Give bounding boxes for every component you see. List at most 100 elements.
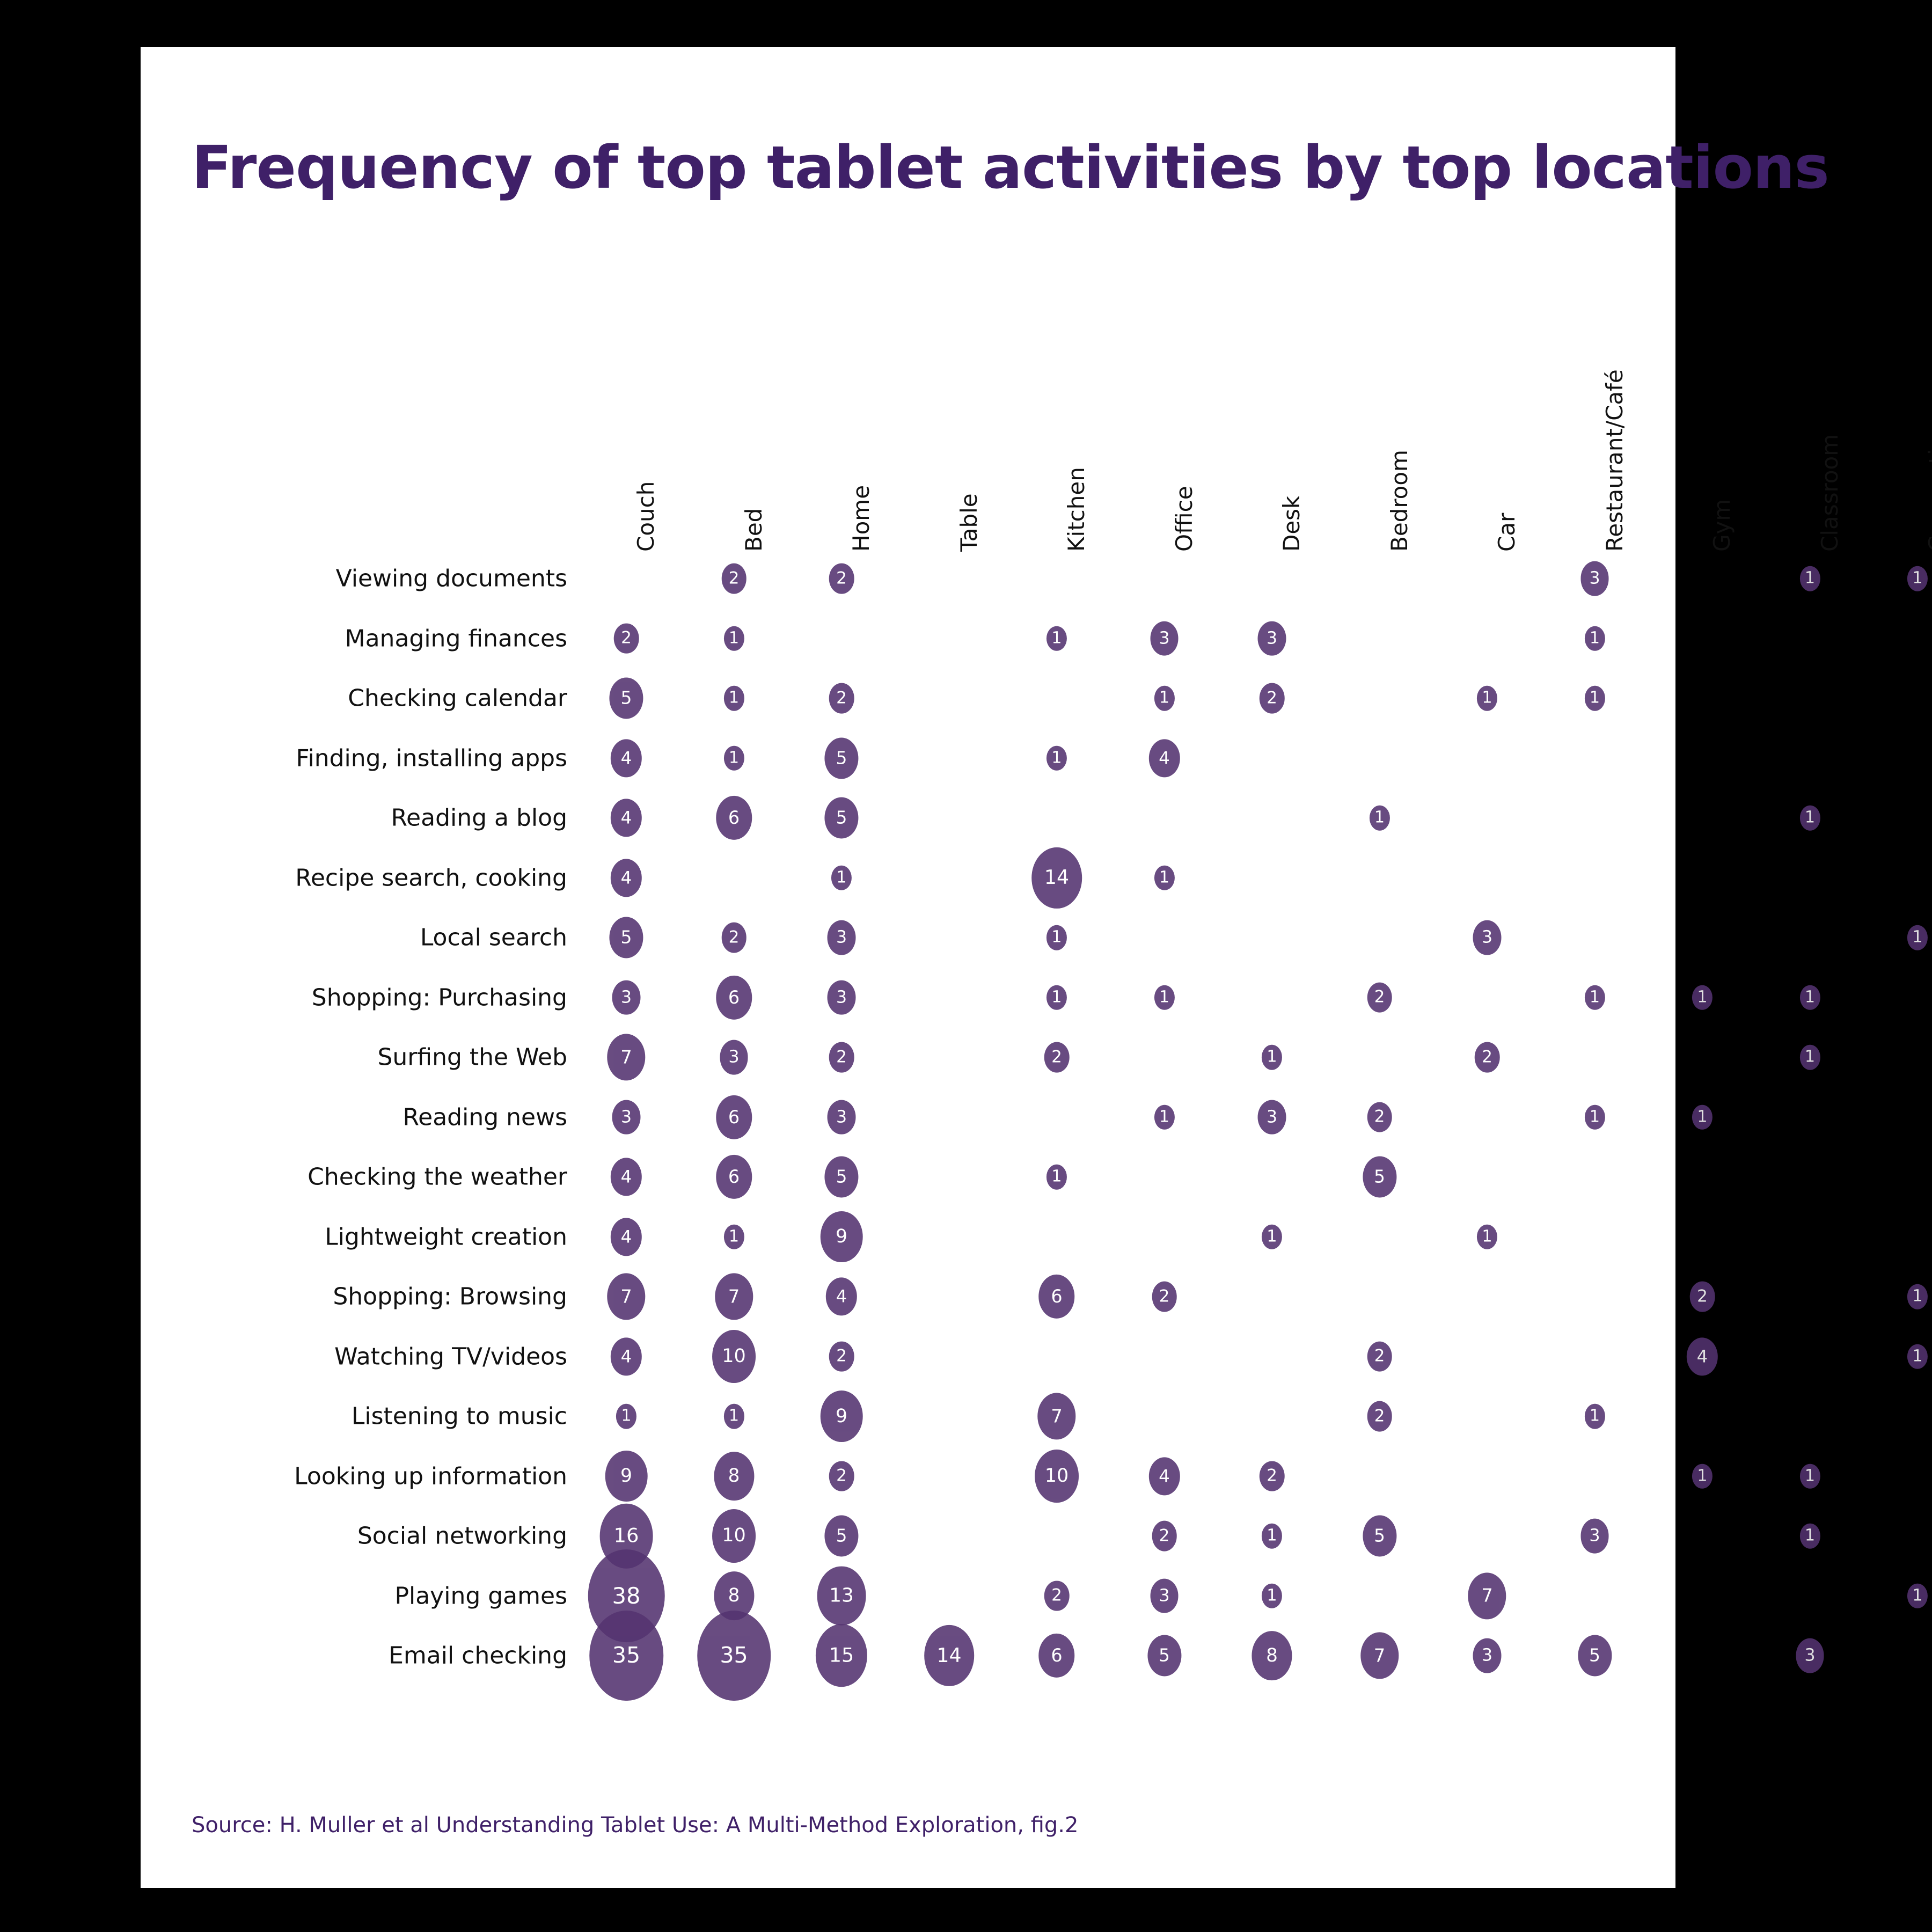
bubble-cell: 4 [1686,1337,1718,1376]
bubble-value: 2 [1374,1346,1385,1366]
bubble-cell: 1 [1261,1224,1283,1249]
bubble-value: 4 [1159,1466,1170,1487]
bubble-value: 1 [728,628,740,648]
bubble-cell: 2 [1152,1520,1177,1552]
bubble-matrix-plot: Couch Bed Home Table Kitchen Office Desk Bedroo… [141,47,1932,1888]
row-label-playing-games: Playing games [394,1582,567,1609]
bubble-cell: 6 [715,1154,752,1199]
bubble-cell: 1 [1584,685,1605,711]
bubble-value: 2 [836,568,847,588]
bubble-value: 1 [1697,1107,1708,1126]
bubble-cell: 4 [610,799,642,837]
bubble-value: 3 [1159,1585,1170,1606]
bubble-cell: 1 [1369,805,1390,831]
bubble-cell: 1 [1261,1523,1283,1549]
bubble-cell: 2 [1044,1042,1070,1073]
bubble-value: 15 [829,1643,854,1667]
bubble-value: 5 [836,747,847,769]
bubble-cell: 4 [610,858,642,897]
bubble-value: 6 [728,1166,740,1188]
bubble-value: 3 [836,927,847,948]
bubble-value: 6 [1051,1645,1063,1666]
bubble-value: 1 [1159,987,1170,1007]
bubble-value: 7 [1481,1585,1493,1606]
bubble-value: 1 [1589,688,1600,707]
bubble-value: 1 [1589,628,1600,648]
bubble-cell: 5 [1362,1156,1397,1198]
bubble-cell: 8 [713,1451,755,1501]
bubble-cell: 6 [715,1095,752,1139]
bubble-value: 3 [1159,627,1170,648]
row-label-watching-tv-videos: Watching TV/videos [334,1343,567,1370]
bubble-cell: 2 [1367,1401,1392,1432]
bubble-value: 1 [1589,1107,1600,1126]
bubble-cell: 14 [1031,847,1082,909]
bubble-cell: 2 [829,563,854,594]
row-label-viewing-documents: Viewing documents [335,565,567,592]
bubble-value: 1 [1912,927,1923,947]
bubble-cell: 35 [589,1611,663,1701]
column-header-commuting: Commuting [1924,420,1932,552]
bubble-value: 1 [1159,688,1170,707]
bubble-cell: 1 [1907,925,1928,950]
bubble-value: 1 [1159,868,1170,887]
bubble-cell: 1 [1799,985,1820,1010]
bubble-value: 2 [621,628,632,648]
bubble-value: 5 [620,687,632,708]
bubble-value: 1 [1804,568,1816,588]
row-label-email-checking: Email checking [389,1642,567,1670]
bubble-value: 4 [620,1166,632,1187]
bubble-value: 1 [1051,1167,1062,1186]
chart-card: Frequency of top tablet activities by to… [141,47,1932,1888]
bubble-cell: 2 [1152,1281,1177,1312]
bubble-cell: 1 [831,865,852,890]
bubble-cell: 14 [924,1624,975,1687]
bubble-value: 7 [728,1286,740,1307]
bubble-cell: 2 [1367,1102,1392,1132]
bubble-value: 1 [1912,1586,1923,1605]
bubble-value: 3 [836,986,847,1007]
bubble-value: 6 [728,807,740,829]
column-header-bed: Bed [740,508,767,552]
bubble-value: 1 [728,1406,740,1425]
bubble-cell: 35 [697,1611,771,1701]
bubble-value: 13 [829,1584,854,1607]
bubble-value: 1 [1804,1526,1816,1545]
bubble-cell: 1 [723,745,744,771]
bubble-value: 38 [612,1582,641,1609]
bubble-cell: 1 [723,626,744,651]
bubble-value: 5 [1374,1166,1385,1187]
bubble-value: 1 [1912,1286,1923,1306]
bubble-value: 1 [1267,1586,1277,1605]
bubble-cell: 3 [1796,1638,1824,1673]
row-label-finding-installing-apps: Finding, installing apps [296,744,567,772]
bubble-cell: 4 [610,738,642,778]
bubble-value: 8 [1266,1644,1278,1666]
bubble-value: 8 [728,1585,740,1607]
bubble-cell: 13 [817,1566,866,1626]
bubble-value: 4 [1696,1346,1708,1367]
bubble-cell: 9 [605,1450,648,1502]
row-label-listening-to-music: Listening to music [351,1402,567,1430]
bubble-cell: 7 [607,1034,646,1081]
column-header-couch: Couch [633,481,659,552]
bubble-value: 3 [1481,927,1493,948]
bubble-value: 1 [1697,987,1708,1007]
bubble-cell: 7 [714,1273,753,1320]
bubble-cell: 1 [1046,626,1067,651]
bubble-cell: 1 [1154,865,1175,890]
bubble-cell: 1 [1584,1403,1605,1429]
bubble-value: 2 [728,568,740,588]
bubble-value: 9 [620,1465,633,1487]
column-header-desk: Desk [1278,495,1305,552]
bubble-cell: 2 [1044,1580,1070,1611]
bubble-cell: 4 [825,1277,858,1316]
bubble-value: 4 [620,1226,632,1247]
bubble-cell: 1 [1907,1284,1928,1309]
bubble-value: 2 [1482,1047,1492,1067]
bubble-cell: 1 [723,1224,744,1249]
bubble-value: 5 [836,1525,847,1546]
column-header-table: Table [955,493,982,552]
bubble-value: 3 [1804,1645,1816,1666]
bubble-cell: 5 [1577,1635,1612,1677]
